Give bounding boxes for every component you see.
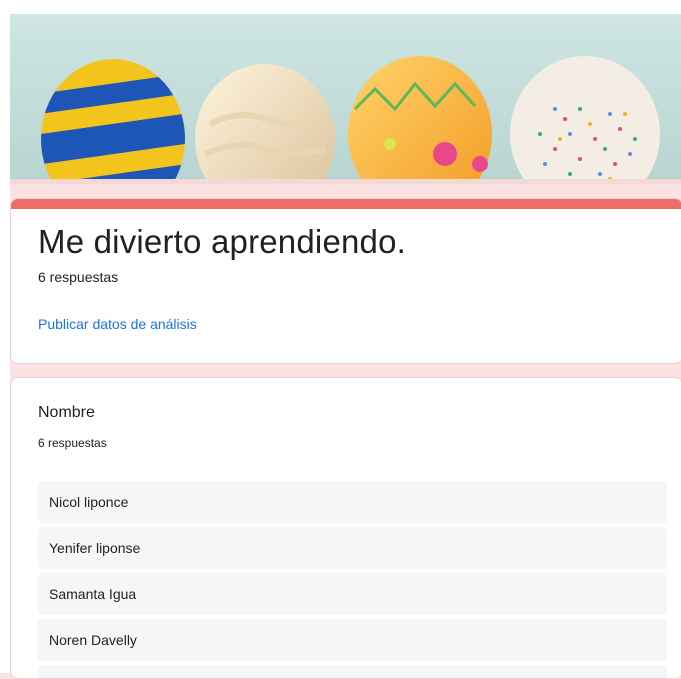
top-gutter (0, 0, 681, 14)
form-header-card: Me divierto aprendiendo. 6 respuestas Pu… (10, 198, 681, 364)
answer-item: Nicol liponce (38, 481, 667, 523)
answer-list: Nicol liponce Yenifer liponse Samanta Ig… (38, 481, 667, 678)
answer-item (38, 665, 667, 678)
answer-item: Yenifer liponse (38, 527, 667, 569)
answer-item: Samanta Igua (38, 573, 667, 615)
answer-item: Noren Davelly (38, 619, 667, 661)
response-count: 6 respuestas (38, 269, 119, 285)
question-title: Nombre (38, 404, 95, 421)
form-accent-bar (11, 199, 681, 209)
question-response-count: 6 respuestas (38, 436, 107, 450)
header-banner-image (10, 14, 681, 184)
form-title: Me divierto aprendiendo. (38, 223, 407, 260)
left-gutter (0, 0, 10, 673)
publish-analytics-link[interactable]: Publicar datos de análisis (38, 316, 197, 332)
question-summary-card: Nombre 6 respuestas Nicol liponce Yenife… (10, 377, 681, 679)
